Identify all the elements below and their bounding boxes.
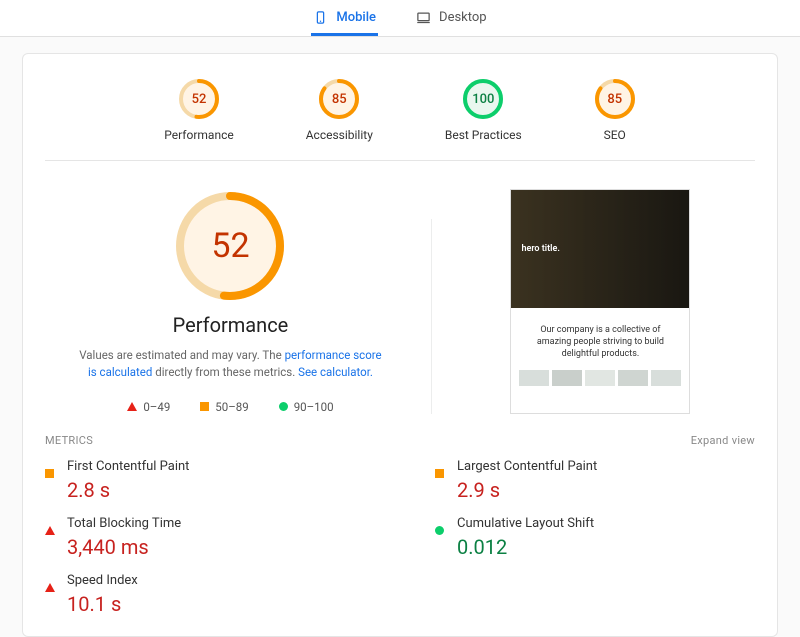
metric-lcp[interactable]: Largest Contentful Paint 2.9 s [435,459,755,502]
legend-label: 50–89 [215,400,248,414]
metric-value: 0.012 [457,535,594,559]
tab-desktop[interactable]: Desktop [414,6,489,36]
score-label: SEO [594,128,636,142]
gauge-value: 100 [462,78,504,120]
gauge-value: 85 [594,78,636,120]
gauge-performance: 52 [178,78,220,120]
big-gauge-value: 52 [173,189,287,303]
page-thumbnail[interactable]: hero title. Our company is a collective … [510,189,690,414]
big-gauge-performance: 52 [173,189,287,303]
link-see-calculator[interactable]: See calculator. [298,365,373,379]
legend-bad: 0–49 [127,400,170,414]
metric-name: First Contentful Paint [67,459,189,474]
legend-mid: 50–89 [200,400,248,414]
score-best-practices[interactable]: 100 Best Practices [445,78,522,142]
gauge-value: 52 [178,78,220,120]
tab-mobile[interactable]: Mobile [311,6,378,36]
report-card: 52 Performance 85 Accessibility 100 Best… [22,53,778,637]
circle-icon [435,516,447,559]
metric-value: 2.9 s [457,478,597,502]
gauge-seo: 85 [594,78,636,120]
metric-cls[interactable]: Cumulative Layout Shift 0.012 [435,516,755,559]
metric-fcp[interactable]: First Contentful Paint 2.8 s [45,459,365,502]
square-icon [45,459,57,502]
performance-description: Values are estimated and may vary. The p… [45,347,416,382]
thumbnail-hero: hero title. [511,190,689,308]
performance-detail: 52 Performance Values are estimated and … [45,189,416,414]
metrics-title: METRICS [45,434,93,447]
score-label: Accessibility [306,128,373,142]
circle-icon [279,402,288,411]
gauge-accessibility: 85 [318,78,360,120]
gauge-best-practices: 100 [462,78,504,120]
score-legend: 0–49 50–89 90–100 [45,400,416,414]
triangle-icon [45,573,57,616]
score-label: Best Practices [445,128,522,142]
category-scores: 52 Performance 85 Accessibility 100 Best… [45,72,755,161]
triangle-icon [45,516,57,559]
desktop-icon [416,10,431,25]
expand-view-button[interactable]: Expand view [691,434,755,447]
desc-text: directly from these metrics. [152,365,298,379]
desc-text: Values are estimated and may vary. The [79,348,284,362]
tab-label: Mobile [336,10,376,25]
gauge-value: 85 [318,78,360,120]
metric-si[interactable]: Speed Index 10.1 s [45,573,365,616]
legend-label: 0–49 [143,400,170,414]
metric-value: 10.1 s [67,592,138,616]
score-seo[interactable]: 85 SEO [594,78,636,142]
score-performance[interactable]: 52 Performance [164,78,233,142]
triangle-icon [127,402,137,411]
metric-name: Speed Index [67,573,138,588]
tab-label: Desktop [439,10,487,25]
metrics-header: METRICS Expand view [45,426,755,459]
mobile-icon [313,10,328,25]
thumbnail-body: Our company is a collective of amazing p… [511,308,689,370]
square-icon [200,402,209,411]
metric-name: Cumulative Layout Shift [457,516,594,531]
metric-tbt[interactable]: Total Blocking Time 3,440 ms [45,516,365,559]
metric-value: 3,440 ms [67,535,181,559]
score-accessibility[interactable]: 85 Accessibility [306,78,373,142]
page-thumbnail-container: hero title. Our company is a collective … [446,189,755,414]
performance-title: Performance [45,313,416,337]
device-tabbar: Mobile Desktop [0,0,800,37]
legend-good: 90–100 [279,400,334,414]
square-icon [435,459,447,502]
thumbnail-footer [511,370,689,392]
metric-value: 2.8 s [67,478,189,502]
score-label: Performance [164,128,233,142]
metric-name: Largest Contentful Paint [457,459,597,474]
legend-label: 90–100 [294,400,334,414]
metric-name: Total Blocking Time [67,516,181,531]
